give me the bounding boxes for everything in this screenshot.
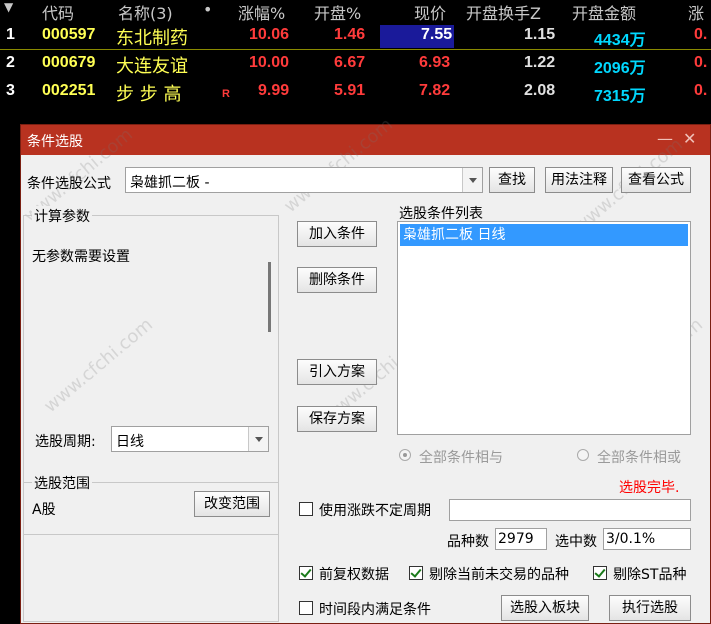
header-change-pct[interactable]: 涨幅% [238, 0, 285, 24]
header-open-pct[interactable]: 开盘% [314, 0, 361, 24]
exclude-untraded-checkbox[interactable] [409, 566, 423, 580]
status-text: 选股完毕. [619, 480, 680, 496]
stock-filter-dialog: 条件选股 — ✕ www.cfchi.com www.cfchi.com www… [20, 114, 711, 624]
usage-button[interactable]: 用法注释 [545, 167, 613, 193]
row-open: 5.91 [334, 82, 366, 99]
row-amount: 2096万 [594, 60, 646, 77]
add-condition-button[interactable]: 加入条件 [297, 221, 377, 247]
row-code: 000679 [42, 54, 96, 71]
period-select[interactable]: 日线 [111, 426, 269, 452]
radio-and[interactable] [399, 449, 411, 461]
range-group: 选股范围 A股 改变范围 [23, 473, 279, 622]
row-tail: 0. [694, 82, 708, 99]
row-code: 002251 [42, 82, 96, 99]
formula-value: 枭雄抓二板 - [130, 175, 210, 191]
close-icon[interactable]: ✕ [683, 129, 696, 148]
selected-value: 3/0.1% [603, 528, 691, 550]
range-group-title: 选股范围 [32, 473, 92, 493]
adjusted-data-label[interactable]: 前复权数据 [319, 564, 389, 584]
margin-flag-badge: R [222, 88, 230, 100]
count-value: 2979 [495, 528, 547, 550]
save-plan-button[interactable]: 保存方案 [297, 406, 377, 432]
execute-button[interactable]: 执行选股 [609, 595, 691, 621]
row-amount: 4434万 [594, 32, 646, 49]
formula-select[interactable]: 枭雄抓二板 - [125, 167, 483, 193]
table-row[interactable]: 2 000679 大连友谊 10.00 6.67 6.93 1.22 2096万… [0, 52, 711, 79]
row-amount: 7315万 [594, 88, 646, 105]
find-button[interactable]: 查找 [489, 167, 535, 193]
add-to-board-button[interactable]: 选股入板块 [501, 595, 589, 621]
row-name: 大连友谊 [116, 56, 188, 77]
row-price: 7.55 [421, 26, 453, 43]
row-open: 6.67 [334, 54, 366, 71]
header-dot: • [203, 0, 213, 19]
row-index: 3 [6, 82, 15, 99]
range-value: A股 [32, 502, 56, 518]
list-item[interactable]: 枭雄抓二板 日线 [400, 224, 688, 246]
radio-and-label[interactable]: 全部条件相与 [419, 447, 503, 467]
dialog-title: 条件选股 [27, 134, 83, 150]
table-row[interactable]: 3 002251 步 步 高 R 9.99 5.91 7.82 2.08 731… [0, 80, 711, 107]
row-price: 7.82 [419, 82, 451, 99]
delete-condition-button[interactable]: 删除条件 [297, 267, 377, 293]
radio-or[interactable] [577, 449, 589, 461]
period-label: 选股周期: [35, 434, 96, 450]
adjusted-data-checkbox[interactable] [299, 566, 313, 580]
row-tail: 0. [694, 54, 708, 71]
import-plan-button[interactable]: 引入方案 [297, 359, 377, 385]
sort-arrow-icon[interactable]: ▼ [4, 0, 13, 14]
row-tail: 0. [694, 26, 708, 43]
condition-list[interactable]: 枭雄抓二板 日线 [397, 221, 691, 435]
formula-label: 条件选股公式 [27, 176, 111, 192]
count-label: 品种数 [447, 534, 489, 550]
row-price: 6.93 [419, 54, 451, 71]
row-turnover: 1.15 [524, 26, 556, 43]
view-formula-button[interactable]: 查看公式 [621, 167, 691, 193]
exclude-untraded-label[interactable]: 剔除当前未交易的品种 [429, 564, 569, 584]
params-text: 无参数需要设置 [32, 249, 130, 265]
time-period-checkbox[interactable] [299, 601, 313, 615]
minimize-icon[interactable]: — [657, 129, 673, 148]
variable-period-input[interactable] [449, 499, 691, 521]
chevron-down-icon[interactable] [248, 427, 268, 451]
row-turnover: 1.22 [524, 54, 556, 71]
header-cut[interactable]: 涨 [688, 0, 704, 24]
exclude-st-label[interactable]: 剔除ST品种 [613, 564, 686, 584]
params-group-title: 计算参数 [32, 206, 92, 226]
exclude-st-checkbox[interactable] [593, 566, 607, 580]
header-price[interactable]: 现价 [414, 0, 446, 24]
row-turnover: 2.08 [524, 82, 556, 99]
time-period-label[interactable]: 时间段内满足条件 [319, 599, 431, 619]
period-value: 日线 [116, 434, 144, 450]
row-code: 000597 [42, 26, 96, 43]
cond-list-label: 选股条件列表 [399, 206, 483, 222]
header-open-turnover[interactable]: 开盘换手Z [466, 0, 541, 24]
radio-or-label[interactable]: 全部条件相或 [597, 447, 681, 467]
variable-period-label[interactable]: 使用涨跌不定周期 [319, 500, 431, 520]
row-change: 10.06 [249, 26, 290, 43]
dialog-titlebar[interactable]: 条件选股 — ✕ [21, 125, 710, 155]
params-scrollbar[interactable] [268, 262, 271, 332]
change-range-button[interactable]: 改变范围 [194, 491, 270, 517]
header-code[interactable]: 代码 [42, 0, 74, 24]
variable-period-checkbox[interactable] [299, 502, 313, 516]
row-name: 东北制药 [116, 28, 188, 49]
row-index: 2 [6, 54, 15, 71]
selected-label: 选中数 [555, 534, 597, 550]
row-open: 1.46 [334, 26, 366, 43]
header-name[interactable]: 名称(3) [118, 0, 173, 24]
row-change: 9.99 [258, 82, 290, 99]
row-index: 1 [6, 26, 15, 43]
table-header: ▼ 代码 名称(3) • 涨幅% 开盘% 现价 开盘换手Z 开盘金额 涨 [0, 0, 711, 24]
chevron-down-icon[interactable] [462, 168, 482, 192]
table-row[interactable]: 1 000597 东北制药 10.06 1.46 7.55 1.15 4434万… [0, 24, 711, 51]
header-open-amount[interactable]: 开盘金额 [572, 0, 636, 24]
row-name: 步 步 高 [116, 84, 182, 105]
row-change: 10.00 [249, 54, 290, 71]
